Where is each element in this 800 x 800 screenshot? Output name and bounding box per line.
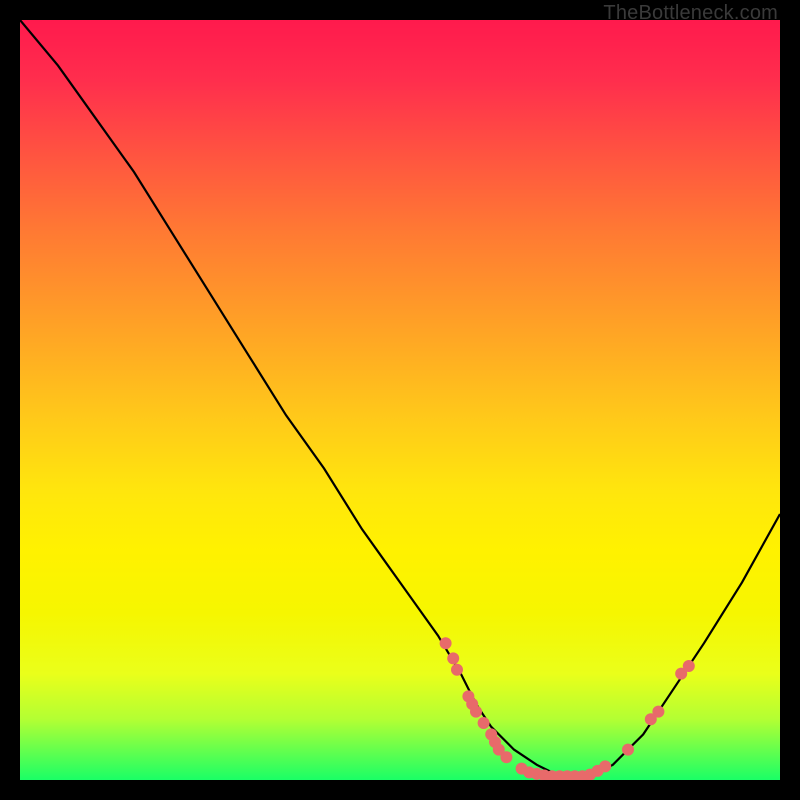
data-marker [470,706,482,718]
data-marker [500,751,512,763]
data-marker [478,717,490,729]
data-marker [451,664,463,676]
data-marker [599,760,611,772]
data-marker [447,652,459,664]
data-marker [622,744,634,756]
chart-markers [20,20,780,780]
data-marker [440,637,452,649]
data-marker [683,660,695,672]
data-marker [652,706,664,718]
watermark-text: TheBottleneck.com [603,2,778,25]
plot-area [20,20,780,780]
